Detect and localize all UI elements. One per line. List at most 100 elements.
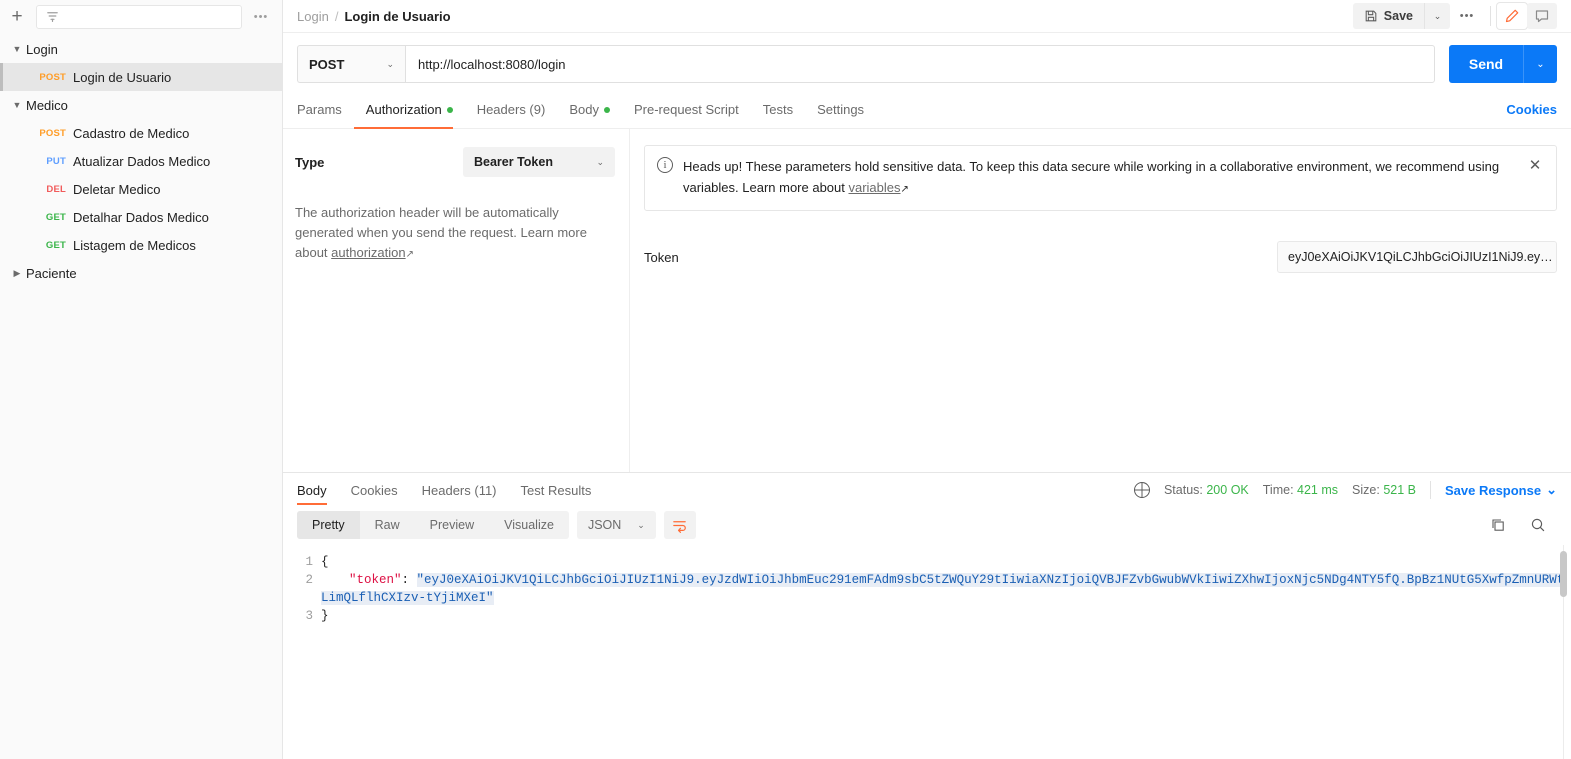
- tab-label: Pre-request Script: [633, 102, 739, 117]
- request-label: Atualizar Dados Medico: [73, 153, 211, 169]
- view-mode-preview[interactable]: Preview: [415, 511, 489, 539]
- sidebar-more-button[interactable]: •••: [248, 11, 274, 23]
- tab-body[interactable]: Body: [557, 91, 622, 129]
- request-tabs: Params Authorization Headers (9) Body Pr…: [283, 91, 1571, 129]
- json-brace-close: }: [321, 609, 329, 623]
- send-dropdown-button[interactable]: ⌄: [1523, 45, 1557, 83]
- view-mode-raw[interactable]: Raw: [360, 511, 415, 539]
- tab-tests[interactable]: Tests: [751, 91, 805, 129]
- globe-icon: [1133, 482, 1150, 498]
- sidebar-filter-input[interactable]: [36, 4, 242, 29]
- json-brace-open: {: [321, 555, 329, 569]
- token-input[interactable]: eyJ0eXAiOiJKV1QiLCJhbGciOiJIUzI1NiJ9.ey…: [1277, 241, 1557, 273]
- header-divider: [1490, 6, 1491, 26]
- view-mode-pretty[interactable]: Pretty: [297, 511, 360, 539]
- auth-type-pane: Type Bearer Token ⌄ The authorization he…: [283, 129, 630, 472]
- response-format-select[interactable]: JSON ⌄: [576, 511, 656, 539]
- save-response-button[interactable]: Save Response ⌄: [1445, 482, 1557, 498]
- line-number: 1: [305, 555, 313, 569]
- json-key-token: "token": [349, 573, 402, 587]
- status-label: Status:: [1163, 483, 1203, 497]
- url-value: http://localhost:8080/login: [418, 56, 566, 72]
- response-toolbar: Pretty Raw Preview Visualize JSON ⌄: [283, 507, 1571, 545]
- request-deletar-medico[interactable]: DEL Deletar Medico: [0, 175, 282, 203]
- status-badge: Status: 200 OK: [1164, 483, 1249, 497]
- auth-description: The authorization header will be automat…: [295, 203, 615, 265]
- response-body-code[interactable]: { "token": "eyJ0eXAiOiJKV1QiLCJhbGciOiJI…: [321, 545, 1571, 759]
- chevron-down-icon: ▼: [12, 44, 22, 54]
- auth-params-pane: i Heads up! These parameters hold sensit…: [630, 129, 1571, 472]
- response-panel: Body Cookies Headers (11) Test Results S…: [283, 473, 1571, 759]
- request-cadastro-de-medico[interactable]: POST Cadastro de Medico: [0, 119, 282, 147]
- request-atualizar-dados-medico[interactable]: PUT Atualizar Dados Medico: [0, 147, 282, 175]
- save-button[interactable]: Save: [1353, 3, 1424, 29]
- json-colon: :: [401, 573, 417, 587]
- method-badge: GET: [45, 239, 66, 251]
- auth-type-select[interactable]: Bearer Token ⌄: [463, 147, 615, 177]
- save-dropdown-button[interactable]: ⌄: [1424, 3, 1450, 29]
- request-login-de-usuario[interactable]: POST Login de Usuario: [0, 63, 282, 91]
- request-label: Login de Usuario: [73, 69, 172, 85]
- search-button[interactable]: [1529, 516, 1547, 534]
- folder-paciente[interactable]: ▶ Paciente: [0, 259, 282, 287]
- info-icon: i: [657, 157, 673, 173]
- response-tab-test-results[interactable]: Test Results: [509, 473, 604, 507]
- comments-button[interactable]: [1527, 3, 1557, 29]
- url-input[interactable]: http://localhost:8080/login: [405, 45, 1435, 83]
- word-wrap-button[interactable]: [663, 511, 696, 539]
- tab-headers[interactable]: Headers (9): [465, 91, 558, 129]
- token-label: Token: [644, 249, 679, 265]
- response-tabs: Body Cookies Headers (11) Test Results S…: [283, 473, 1571, 507]
- main-panel: Login / Login de Usuario Save ⌄ ••• POST…: [283, 0, 1571, 759]
- sidebar: + ••• ▼ Login POST Login de Usuario ▼ Me…: [0, 0, 283, 759]
- authorization-panel: Type Bearer Token ⌄ The authorization he…: [283, 129, 1571, 473]
- tab-settings[interactable]: Settings: [805, 91, 876, 129]
- time-label: Time:: [1262, 483, 1294, 497]
- response-tab-cookies[interactable]: Cookies: [339, 473, 410, 507]
- notice-message: Heads up! These parameters hold sensitiv…: [683, 159, 1500, 195]
- size-label: Size:: [1352, 483, 1380, 497]
- folder-login[interactable]: ▼ Login: [0, 35, 282, 63]
- response-tab-body[interactable]: Body: [297, 473, 339, 507]
- line-number: 3: [305, 609, 313, 623]
- tab-params[interactable]: Params: [297, 91, 354, 129]
- tab-label: Test Results: [520, 482, 592, 498]
- response-tab-headers[interactable]: Headers (11): [410, 473, 509, 507]
- tab-pre-request-script[interactable]: Pre-request Script: [622, 91, 751, 129]
- folder-medico[interactable]: ▼ Medico: [0, 91, 282, 119]
- close-icon[interactable]: ✕: [1526, 156, 1544, 174]
- word-wrap-icon: [673, 520, 687, 533]
- new-item-button[interactable]: +: [4, 4, 30, 30]
- authorization-help-link[interactable]: authorization: [331, 245, 405, 260]
- response-body-viewer: 1 2 3 { "token": "eyJ0eXAiOiJKV1QiLCJhbGci…: [283, 545, 1571, 759]
- breadcrumb-root[interactable]: Login: [297, 9, 329, 24]
- token-value: eyJ0eXAiOiJKV1QiLCJhbGciOiJIUzI1NiJ9.ey…: [1288, 250, 1553, 264]
- edit-button[interactable]: [1497, 3, 1527, 29]
- request-detalhar-dados-medico[interactable]: GET Detalhar Dados Medico: [0, 203, 282, 231]
- http-method-select[interactable]: POST ⌄: [297, 45, 405, 83]
- response-scrollbar[interactable]: [1560, 545, 1567, 759]
- line-number: 2: [305, 573, 313, 587]
- chevron-down-icon: ⌄: [596, 156, 604, 167]
- send-button[interactable]: Send: [1449, 45, 1523, 83]
- tab-authorization[interactable]: Authorization: [353, 91, 465, 129]
- cookies-link[interactable]: Cookies: [1506, 102, 1557, 117]
- time-value: 421 ms: [1297, 483, 1339, 497]
- chevron-down-icon: ▼: [12, 100, 22, 110]
- header-more-button[interactable]: •••: [1450, 3, 1484, 29]
- copy-button[interactable]: [1489, 516, 1507, 534]
- request-label: Deletar Medico: [73, 181, 161, 197]
- variables-link[interactable]: variables: [848, 180, 900, 195]
- tab-label: Body: [569, 102, 599, 117]
- status-value: 200 OK: [1206, 483, 1249, 497]
- scrollbar-thumb[interactable]: [1560, 551, 1567, 597]
- request-label: Detalhar Dados Medico: [73, 209, 209, 225]
- breadcrumb-separator: /: [334, 8, 339, 24]
- auth-type-row: Type Bearer Token ⌄: [295, 147, 615, 177]
- view-mode-visualize[interactable]: Visualize: [489, 511, 569, 539]
- request-listagem-de-medicos[interactable]: GET Listagem de Medicos: [0, 231, 282, 259]
- copy-icon: [1492, 519, 1504, 531]
- save-group: Save ⌄: [1352, 3, 1450, 29]
- auth-type-label: Type: [295, 154, 325, 170]
- tab-label: Cookies: [350, 482, 398, 498]
